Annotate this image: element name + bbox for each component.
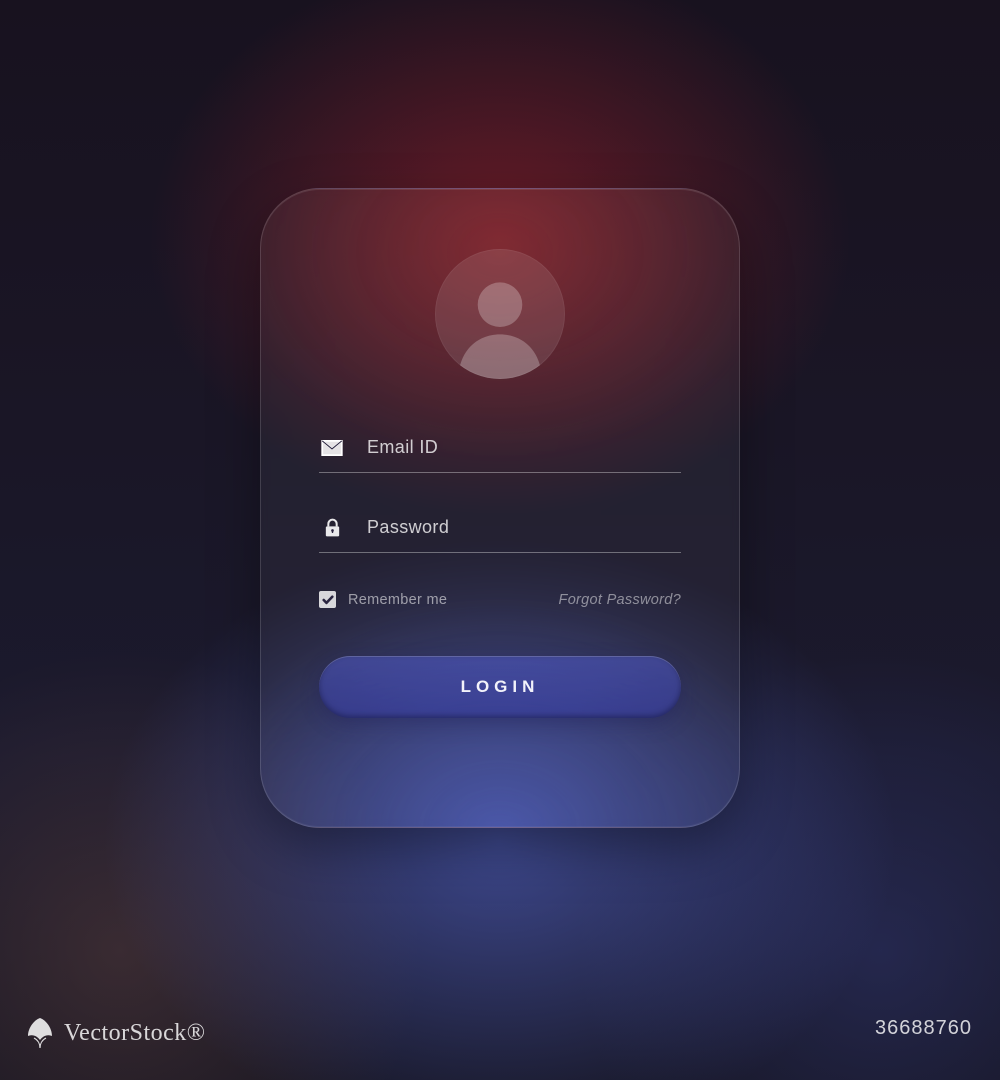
login-button[interactable]: LOGIN (319, 656, 681, 718)
forgot-password-link[interactable]: Forgot Password? (559, 592, 681, 608)
checkmark-icon (322, 594, 334, 606)
page-background: Remember me Forgot Password? LOGIN Vecto… (0, 0, 1000, 1080)
watermark-brand-text: VectorStock® (64, 1020, 206, 1047)
email-input[interactable] (367, 437, 679, 458)
remember-me-toggle[interactable]: Remember me (319, 591, 447, 608)
login-card: Remember me Forgot Password? LOGIN (260, 188, 740, 828)
email-field-row (319, 427, 681, 473)
plume-icon (26, 1016, 56, 1050)
password-input[interactable] (367, 517, 679, 538)
avatar (435, 249, 565, 379)
watermark-id: 36688760 (875, 1017, 972, 1040)
checkbox-icon (319, 591, 336, 608)
lock-icon (321, 519, 343, 537)
watermark-brand: VectorStock® (26, 1016, 206, 1050)
user-icon (452, 275, 548, 379)
options-row: Remember me Forgot Password? (319, 591, 681, 608)
envelope-icon (321, 439, 343, 457)
password-field-row (319, 507, 681, 553)
remember-me-label: Remember me (348, 592, 447, 608)
